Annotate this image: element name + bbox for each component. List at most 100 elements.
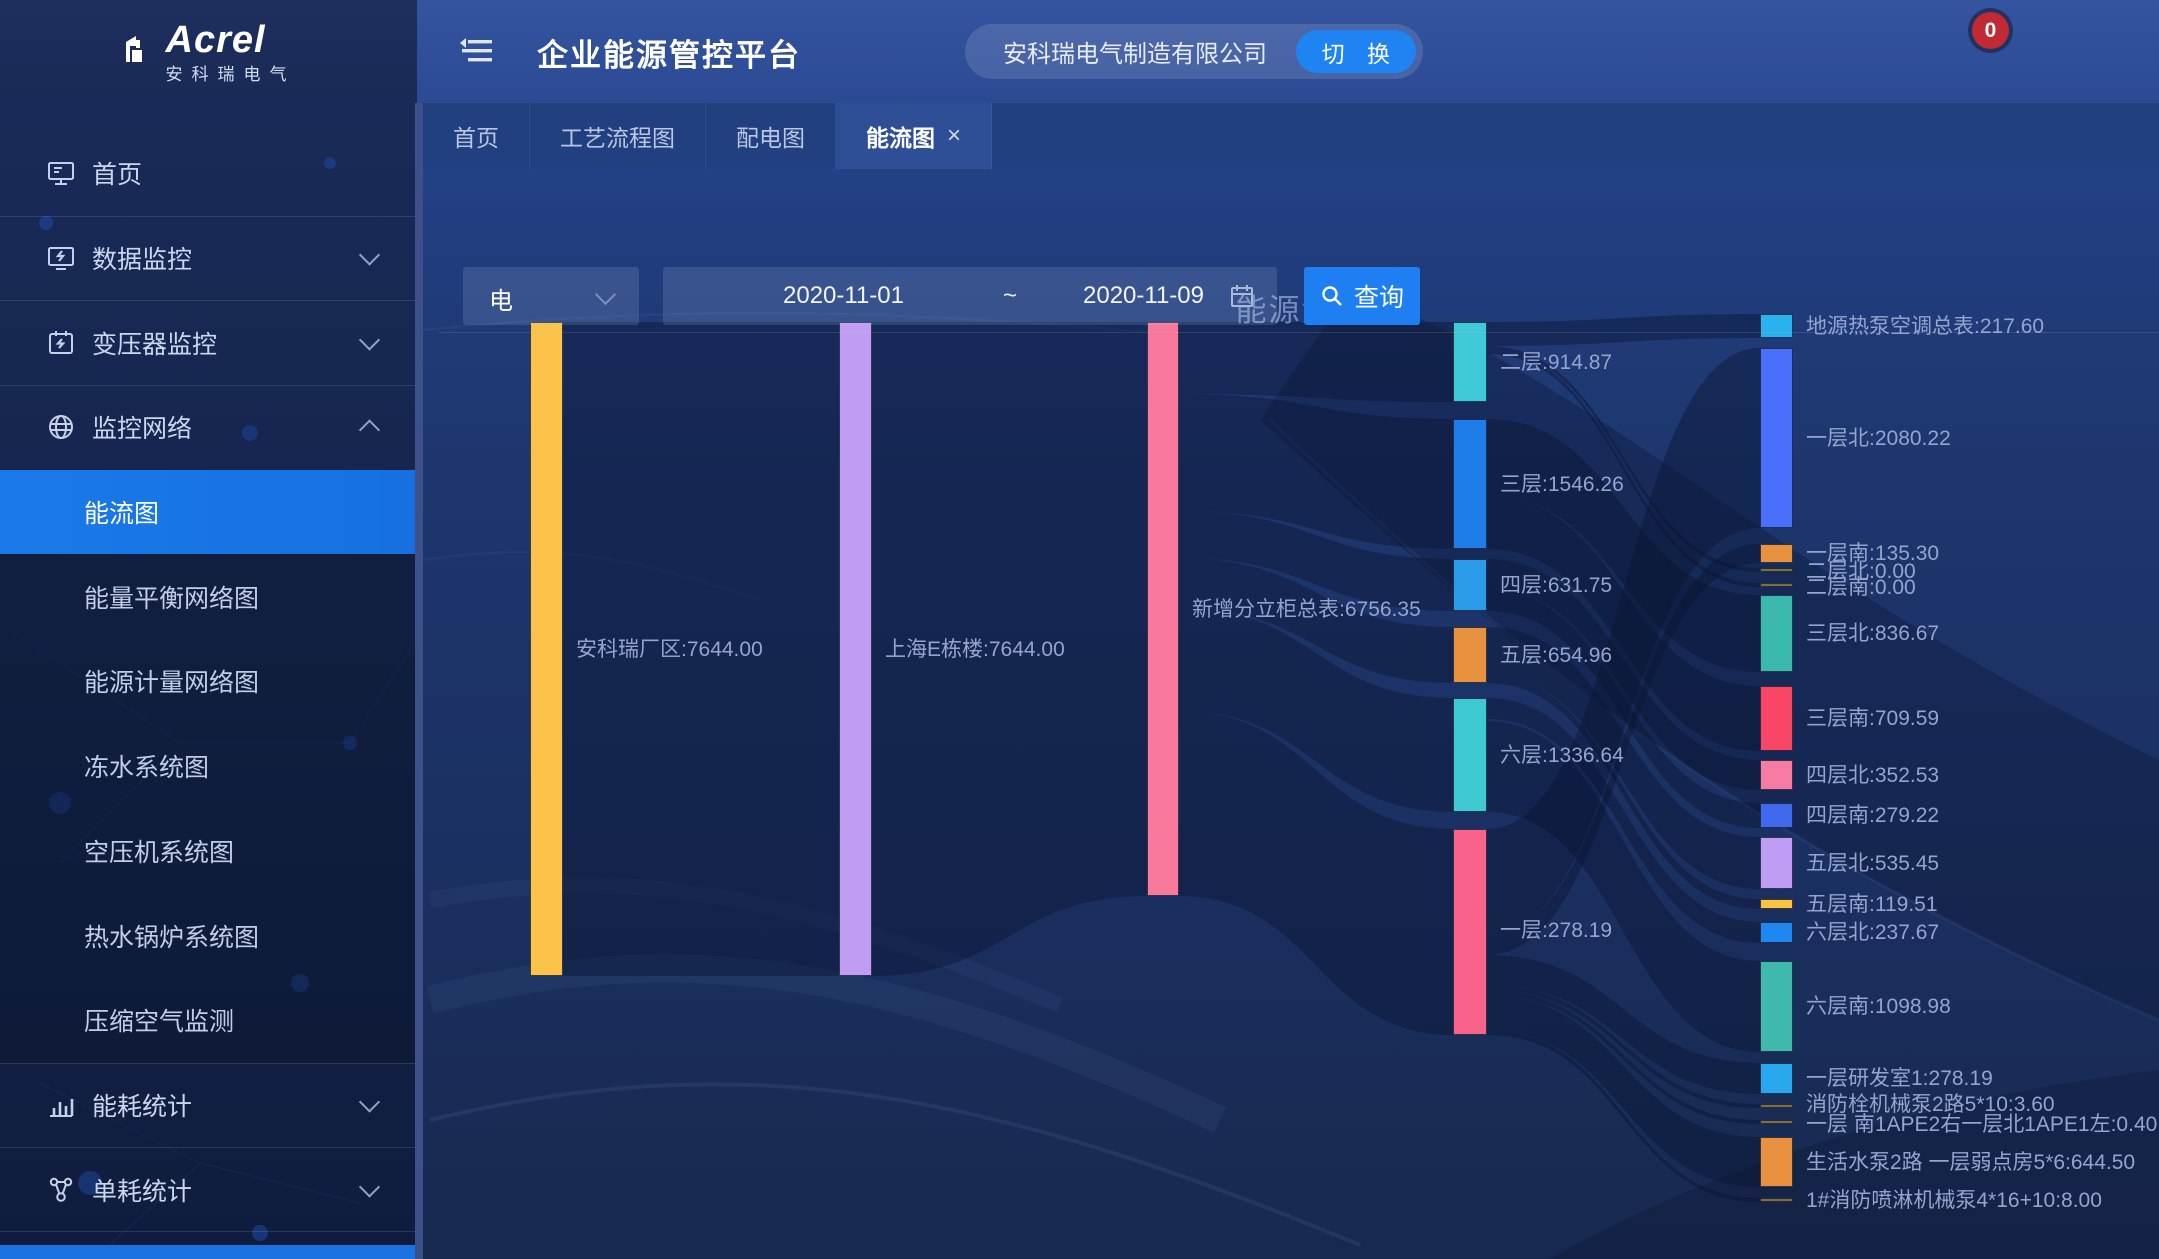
sankey-node-三层北[interactable] [1760, 595, 1793, 672]
sankey-link-9 [1487, 346, 1760, 572]
sankey-node-生活水泵2路一层弱点房5*6[interactable] [1760, 1137, 1793, 1187]
acrel-logo-icon [122, 32, 156, 72]
sankey-node-六层南[interactable] [1760, 961, 1793, 1052]
sankey-node-label-二层南: 二层南:0.00 [1806, 574, 1916, 601]
sankey-node-四层[interactable] [1453, 559, 1487, 611]
sidebar-bottom-highlight [0, 1245, 415, 1259]
sidebar-item-能量平衡网络图[interactable]: 能量平衡网络图 [0, 554, 415, 639]
sidebar-item-label: 能耗统计 [92, 1087, 192, 1123]
sankey-node-label-一层研发室1: 一层研发室1:278.19 [1806, 1065, 1993, 1092]
sankey-link-22 [1487, 985, 1760, 1108]
sankey-node-三层南[interactable] [1760, 686, 1793, 751]
sankey-link-25 [1487, 1030, 1760, 1202]
sankey-node-label-上海E栋楼: 上海E栋楼:7644.00 [885, 636, 1065, 663]
sidebar-item-能源计量网络图[interactable]: 能源计量网络图 [0, 639, 415, 724]
sidebar-item-数据监控[interactable]: 数据监控 [0, 216, 415, 301]
sidebar-item-label: 空压机系统图 [84, 833, 234, 869]
sankey-node-二层南[interactable] [1760, 583, 1793, 587]
sankey-link-14 [1487, 589, 1760, 828]
sankey-node-label-安科瑞厂区: 安科瑞厂区:7644.00 [576, 636, 763, 663]
sankey-link-12 [1487, 496, 1760, 751]
sankey-node-label-五层: 五层:654.96 [1500, 642, 1612, 669]
sankey-node-一层[interactable] [1453, 829, 1487, 1035]
main-content: 首页工艺流程图配电图 能流图 × 电 2020-11-01 ~ 2020-11-09 [423, 103, 2159, 1259]
chevron-down-icon [359, 329, 380, 350]
sankey-node-一层北[interactable] [1760, 348, 1793, 528]
sankey-node-二层[interactable] [1453, 322, 1487, 402]
sankey-node-一层研发室1[interactable] [1760, 1063, 1793, 1094]
sankey-node-label-五层北: 五层北:535.45 [1806, 850, 1939, 877]
date-range-picker[interactable]: 2020-11-01 ~ 2020-11-09 [663, 267, 1277, 325]
brand-logo: Acrel 安科瑞电气 [0, 0, 417, 103]
sankey-node-三层[interactable] [1453, 419, 1487, 549]
sidebar-item-首页[interactable]: 首页 [0, 131, 415, 216]
tab-首页[interactable]: 首页 [423, 103, 530, 169]
sankey-node-地源热泵空调总表[interactable] [1760, 314, 1793, 338]
sankey-node-安科瑞厂区[interactable] [530, 322, 563, 976]
sidebar-item-冻水系统图[interactable]: 冻水系统图 [0, 724, 415, 809]
sankey-node-四层南[interactable] [1760, 803, 1793, 828]
sankey-link-23 [1487, 990, 1760, 1124]
tab-能流图[interactable]: 能流图 × [836, 103, 992, 169]
chevron-down-icon [359, 1176, 380, 1197]
transformer-icon [46, 328, 76, 358]
sankey-link-21 [1487, 955, 1760, 1094]
sankey-link-7 [1179, 711, 1453, 1035]
tab-label: 能流图 [866, 119, 935, 153]
sankey-node-新增分立柜总表[interactable] [1147, 322, 1179, 896]
date-separator: ~ [1003, 282, 1017, 310]
query-button[interactable]: 查询 [1304, 267, 1420, 325]
tabbar: 首页工艺流程图配电图 能流图 × [423, 103, 2159, 169]
tab-工艺流程图[interactable]: 工艺流程图 [530, 103, 706, 169]
sidebar-item-压缩空气监测[interactable]: 压缩空气监测 [0, 978, 415, 1063]
sidebar-collapse-icon[interactable] [458, 33, 498, 69]
sankey-node-label-六层: 六层:1336.64 [1500, 742, 1624, 769]
sankey-node-label-四层北: 四层北:352.53 [1806, 762, 1939, 789]
chevron-down-icon [359, 1091, 380, 1112]
sankey-node-label-六层南: 六层南:1098.98 [1806, 993, 1951, 1020]
switch-company-button[interactable]: 切 换 [1296, 30, 1416, 73]
sidebar-item-监控网络[interactable]: 监控网络 [0, 385, 415, 470]
sidebar-item-变压器监控[interactable]: 变压器监控 [0, 300, 415, 385]
sankey-link-10 [1487, 350, 1760, 587]
sidebar-item-单耗统计[interactable]: 单耗统计 [0, 1147, 415, 1232]
date-end-value: 2020-11-09 [1083, 282, 1204, 310]
sankey-node-五层[interactable] [1453, 627, 1487, 683]
query-label: 查询 [1354, 278, 1404, 314]
sankey-link-2 [1179, 322, 1453, 402]
sidebar-item-空压机系统图[interactable]: 空压机系统图 [0, 809, 415, 894]
sidebar-item-能流图[interactable]: 能流图 [0, 470, 415, 555]
sankey-node-label-1#消防喷淋机械泵4*16+10: 1#消防喷淋机械泵4*16+10:8.00 [1806, 1187, 2102, 1214]
sankey-node-四层北[interactable] [1760, 760, 1793, 790]
brand-name: Acrel [166, 21, 296, 59]
sankey-node-1#消防喷淋机械泵4*16+10[interactable] [1760, 1198, 1793, 1202]
sankey-node-五层南[interactable] [1760, 899, 1793, 909]
sidebar: 首页数据监控变压器监控监控网络能流图能量平衡网络图能源计量网络图冻水系统图空压机… [0, 103, 415, 1259]
app-root: Acrel 安科瑞电气 企业能源管控平台 安科瑞电气制造有限公司 切 换 [0, 0, 2159, 1259]
notification-badge[interactable]: 0 [1972, 12, 2009, 49]
sankey-node-一层南[interactable] [1760, 544, 1793, 563]
sankey-node-消防栓机械泵2路5*10[interactable] [1760, 1104, 1793, 1108]
tab-配电图[interactable]: 配电图 [706, 103, 836, 169]
energy-type-select[interactable]: 电 [463, 267, 639, 325]
topbar: Acrel 安科瑞电气 企业能源管控平台 安科瑞电气制造有限公司 切 换 [0, 0, 2159, 103]
sankey-node-五层北[interactable] [1760, 837, 1793, 889]
sankey-node-一层南1APE2右一层北1APE1左[interactable] [1760, 1120, 1793, 1124]
sankey-node-六层北[interactable] [1760, 922, 1793, 943]
chevron-down-icon [595, 284, 616, 305]
sankey-node-label-地源热泵空调总表: 地源热泵空调总表:217.60 [1806, 313, 2044, 340]
tab-close-icon[interactable]: × [947, 122, 961, 150]
tab-label: 配电图 [736, 119, 805, 153]
sankey-node-二层北[interactable] [1760, 568, 1793, 572]
sidebar-item-热水锅炉系统图[interactable]: 热水锅炉系统图 [0, 893, 415, 978]
filterbar: 电 2020-11-01 ~ 2020-11-09 [423, 169, 2159, 279]
sankey-node-上海E栋楼[interactable] [839, 322, 872, 976]
sidebar-item-label: 单耗统计 [92, 1172, 192, 1208]
sankey-node-六层[interactable] [1453, 698, 1487, 812]
sidebar-item-能耗统计[interactable]: 能耗统计 [0, 1063, 415, 1148]
sankey-link-17 [1487, 698, 1760, 943]
data-monitor-icon [46, 243, 76, 273]
sankey-link-3 [1179, 394, 1453, 549]
energy-type-value: 电 [489, 281, 513, 316]
sidebar-scrollbar[interactable] [415, 103, 423, 1259]
